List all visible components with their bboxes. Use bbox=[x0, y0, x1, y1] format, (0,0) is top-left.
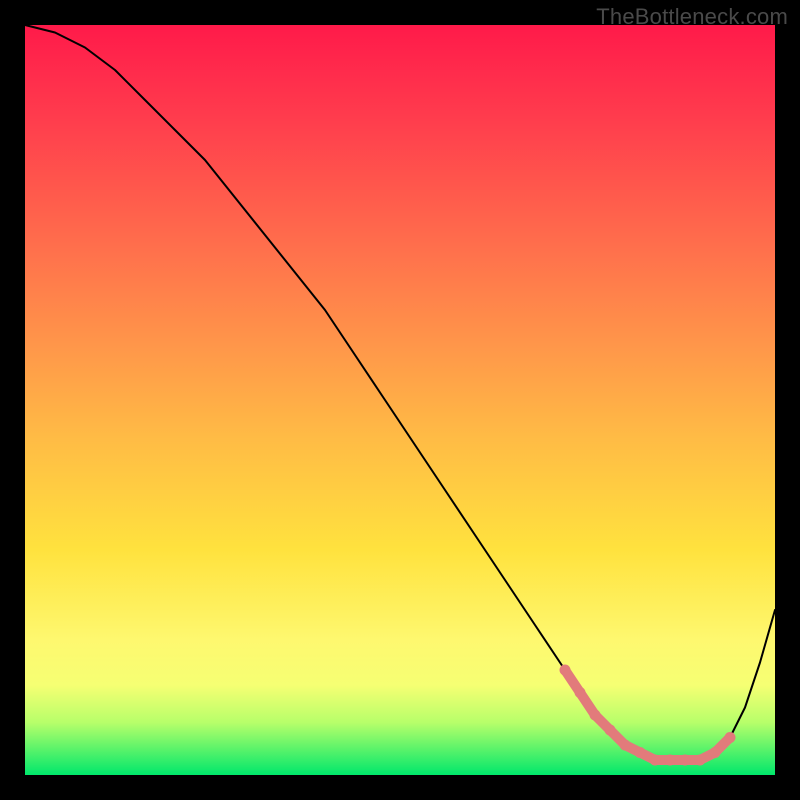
optimal-range-dot bbox=[710, 747, 721, 758]
optimal-range-dot bbox=[560, 665, 571, 676]
optimal-range-dot bbox=[695, 755, 706, 766]
optimal-range-dot bbox=[680, 755, 691, 766]
chart-frame: TheBottleneck.com bbox=[0, 0, 800, 800]
optimal-range-dot bbox=[620, 740, 631, 751]
optimal-range-dot bbox=[575, 687, 586, 698]
optimal-range-dot bbox=[665, 755, 676, 766]
optimal-range-dot bbox=[725, 732, 736, 743]
watermark-text: TheBottleneck.com bbox=[596, 4, 788, 30]
bottleneck-curve bbox=[25, 25, 775, 760]
optimal-range-dot bbox=[605, 725, 616, 736]
optimal-range-dot bbox=[590, 710, 601, 721]
optimal-range-dot bbox=[650, 755, 661, 766]
chart-svg bbox=[25, 25, 775, 775]
optimal-range-dot bbox=[635, 747, 646, 758]
